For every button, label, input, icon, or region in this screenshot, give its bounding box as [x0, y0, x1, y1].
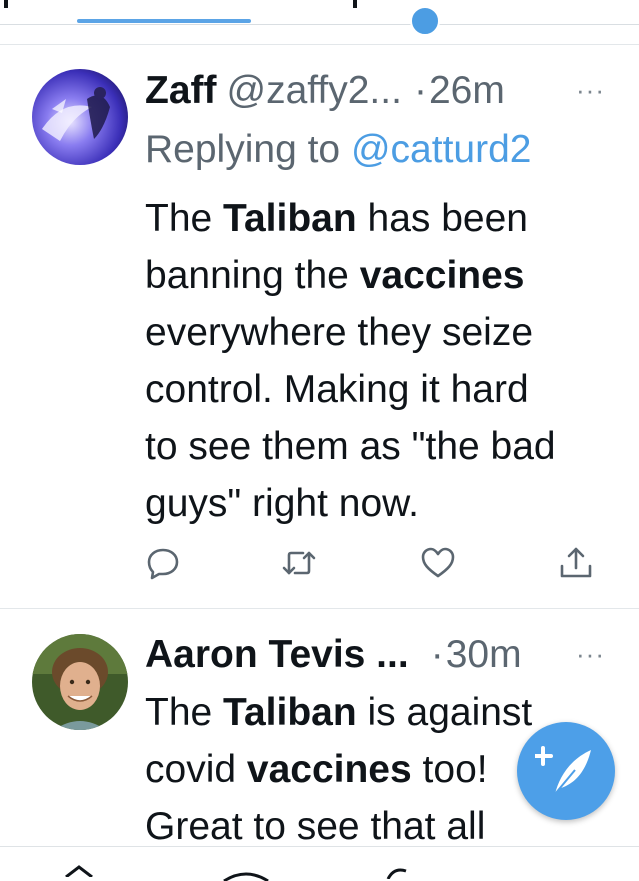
active-tab-indicator — [77, 19, 251, 23]
timestamp[interactable]: 26m — [429, 68, 505, 114]
tweet-header: Zaff @zaffy2... · 26m — [145, 68, 599, 114]
display-name[interactable]: Zaff — [145, 68, 217, 114]
notifications-icon[interactable] — [386, 867, 412, 879]
text-line: banning the vaccines — [145, 254, 525, 297]
text-line: control. Making it hard — [145, 368, 529, 411]
replying-to-label: Replying to — [145, 128, 351, 171]
compose-feather-icon — [535, 746, 591, 795]
text-line: guys" right now. — [145, 482, 419, 525]
tweet-actions — [145, 545, 595, 585]
more-options-icon[interactable]: ··· — [576, 639, 605, 670]
replying-to-mention[interactable]: @catturd2 — [351, 128, 532, 171]
display-name[interactable]: Aaron Tevis ... — [145, 632, 409, 678]
text-line: to see them as "the bad — [145, 425, 556, 468]
bottom-nav — [0, 846, 639, 881]
replying-to: Replying to @catturd2 — [145, 127, 531, 173]
avatar[interactable] — [32, 69, 128, 165]
separator-dot: · — [413, 69, 427, 112]
top-tab-bar — [0, 0, 639, 25]
avatar-image — [32, 634, 128, 730]
tweet-text: The Taliban has been banning the vaccine… — [145, 190, 615, 532]
avatar[interactable] — [32, 634, 128, 730]
tab-edge-left — [4, 0, 8, 8]
reply-icon[interactable] — [145, 545, 181, 581]
tweet-header: Aaron Tevis ... · 30m — [145, 632, 599, 678]
text-line: everywhere they seize — [145, 311, 534, 354]
timestamp[interactable]: 30m — [446, 632, 522, 678]
separator-dot: · — [430, 633, 444, 676]
text-line: The Taliban has been — [145, 197, 528, 240]
tab-edge-right — [353, 0, 357, 8]
tweet-zaff[interactable]: Zaff @zaffy2... · 26m ··· Replying to @c… — [0, 45, 639, 608]
retweet-icon[interactable] — [281, 545, 317, 581]
search-icon[interactable] — [222, 871, 270, 881]
avatar-image — [32, 69, 128, 165]
user-handle[interactable]: @zaffy2... — [227, 68, 402, 114]
notification-badge — [410, 6, 440, 36]
home-icon[interactable] — [64, 863, 94, 877]
more-options-icon[interactable]: ··· — [576, 75, 605, 106]
share-icon[interactable] — [558, 545, 594, 581]
like-icon[interactable] — [420, 545, 456, 581]
compose-tweet-button[interactable] — [517, 722, 615, 820]
